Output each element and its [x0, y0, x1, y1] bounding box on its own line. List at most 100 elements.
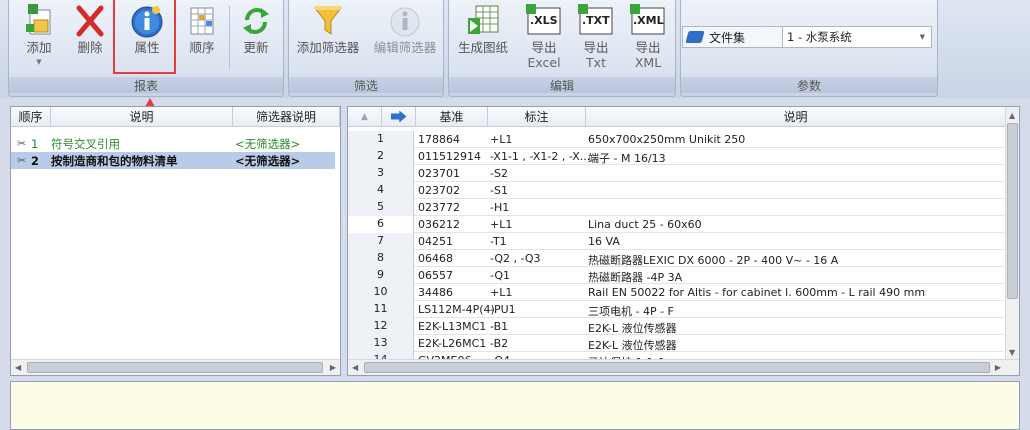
add-button[interactable]: 添加 ▼ [13, 0, 65, 78]
fileset-label-cell: 文件集 [683, 27, 783, 47]
add-filter-label: 添加筛选器 [296, 40, 360, 55]
report-row[interactable]: ✂ 1 符号交叉引用 <无筛选器> [11, 135, 335, 152]
hscroll-thumb[interactable] [27, 362, 323, 373]
add-dropdown-icon[interactable]: ▼ [13, 55, 65, 70]
export-excel-button[interactable]: .XLS 导出 Excel [521, 0, 567, 78]
row-number[interactable]: 13 [348, 335, 414, 352]
fileset-param: 文件集 1 - 水泵系统 ▼ [682, 26, 932, 48]
row-number[interactable]: 5 [348, 199, 414, 216]
row-number[interactable]: 6 [348, 216, 414, 233]
cell-tag: -S1 [490, 184, 508, 197]
cell-ref: 06557 [418, 269, 453, 282]
report-list-hscrollbar[interactable]: ◀ ▶ [11, 359, 340, 375]
hscroll-thumb[interactable] [364, 362, 990, 373]
export-excel-label-2: Excel [527, 55, 561, 70]
bom-row[interactable]: 11 LS112M-4P(4) -PU1 三项电机 - 4P - F [348, 301, 1004, 318]
fileset-icon [685, 31, 705, 43]
report-order: 2 [31, 153, 40, 168]
bom-row[interactable]: 13 E2K-L26MC1 -B2 E2K-L 液位传感器 [348, 335, 1004, 352]
cell-desc: 三项电机 - 4P - F [588, 305, 674, 318]
grid-hscrollbar[interactable]: ◀ ▶ [348, 359, 1019, 375]
export-xml-label-1: 导出 [635, 40, 661, 55]
bom-row[interactable]: 7 04251 -T1 16 VA [348, 233, 1004, 250]
generate-drawing-icon [466, 4, 500, 38]
col-header-order[interactable]: 顺序 [11, 107, 51, 127]
ribbon: 添加 ▼ 删除 属性 顺序 更新 报表 添加筛选器 编辑筛选器 筛选 生成图纸 … [0, 0, 1030, 98]
order-button-label: 顺序 [189, 40, 215, 55]
report-description: 符号交叉引用 [51, 136, 120, 151]
col-header-description[interactable]: 说明 [51, 107, 233, 127]
update-button-label: 更新 [243, 40, 269, 55]
add-button-label: 添加 [26, 40, 52, 55]
group-filter: 添加筛选器 编辑筛选器 筛选 [288, 0, 444, 97]
row-number[interactable]: 9 [348, 267, 414, 284]
col-header-filter-description[interactable]: 筛选器说明 [233, 107, 340, 127]
cell-ref: 023701 [418, 167, 460, 180]
cell-tag: -PU1 [490, 303, 516, 316]
edit-filter-button[interactable]: 编辑筛选器 [367, 0, 443, 78]
edit-filter-label: 编辑筛选器 [373, 40, 437, 55]
bom-row[interactable]: 10 34486 +L1 Rail EN 50022 for Altis - for … [348, 284, 1004, 301]
txt-file-icon: .TXT [578, 4, 614, 38]
row-pointer-header[interactable] [382, 107, 416, 127]
fileset-label: 文件集 [709, 30, 746, 45]
bom-row[interactable]: 2 011512914 -X1-1 , -X1-2 , -X... 端子 - M 16… [348, 148, 1004, 165]
row-number[interactable]: 2 [348, 148, 414, 165]
report-row-selected[interactable]: ✂ 2 按制造商和包的物料清单 <无筛选器> [11, 152, 335, 169]
bom-row[interactable]: 6 036212 +L1 Lina duct 25 - 60x60 [348, 216, 1004, 233]
row-number[interactable]: 10 [348, 284, 414, 301]
cell-desc: 端子 - M 16/13 [588, 152, 666, 165]
bom-row[interactable]: 5 023772 -H1 [348, 199, 1004, 216]
arrow-right-icon [390, 110, 407, 123]
row-number[interactable]: 12 [348, 318, 414, 335]
txt-icon-text: .TXT [582, 14, 610, 27]
grid-vscrollbar[interactable]: ▲ ▼ [1005, 107, 1019, 361]
scroll-down-icon[interactable]: ▼ [1009, 348, 1015, 357]
col-header-tag[interactable]: 标注 [488, 107, 586, 127]
bom-row[interactable]: 12 E2K-L13MC1 -B1 E2K-L 液位传感器 [348, 318, 1004, 335]
refresh-icon [239, 4, 273, 38]
export-xml-button[interactable]: .XML 导出 XML [625, 0, 671, 78]
cell-tag: +L1 [490, 286, 513, 299]
scroll-up-icon[interactable]: ▲ [1009, 111, 1015, 120]
row-number[interactable]: 1 [348, 131, 414, 148]
row-number[interactable]: 4 [348, 182, 414, 199]
cell-tag: -Q2 , -Q3 [490, 252, 541, 265]
delete-button[interactable]: 删除 [67, 0, 113, 78]
row-number[interactable]: 7 [348, 233, 414, 250]
row-number[interactable]: 14 [348, 352, 414, 359]
update-button[interactable]: 更新 [233, 0, 279, 78]
col-header-reference[interactable]: 基准 [416, 107, 488, 127]
report-list-panel: 顺序 说明 筛选器说明 ✂ 1 符号交叉引用 <无筛选器> ✂ 2 按制造商和包… [10, 106, 341, 376]
add-filter-button[interactable]: 添加筛选器 [291, 0, 365, 78]
generate-drawing-label: 生成图纸 [457, 40, 508, 55]
col-header-grid-description[interactable]: 说明 [586, 107, 1006, 127]
bom-row[interactable]: 3 023701 -S2 [348, 165, 1004, 182]
bom-row[interactable]: 14GV2ME06-Q4马达保护 1-1.6 [348, 352, 1004, 359]
cell-desc: 热磁断路器 -4P 3A [588, 271, 683, 284]
export-xml-label-2: XML [634, 55, 662, 70]
cell-tag: -B1 [490, 320, 509, 333]
cell-ref: 036212 [418, 218, 460, 231]
vscroll-thumb[interactable] [1007, 123, 1018, 299]
fileset-dropdown[interactable]: 1 - 水泵系统 ▼ [783, 27, 931, 47]
scroll-right-icon[interactable]: ▶ [330, 363, 336, 372]
tools-icon: ✂ [17, 154, 27, 167]
bom-row[interactable]: 1 178864 +L1 650x700x250mm Unikit 250 [348, 131, 1004, 148]
description-note-area[interactable] [10, 381, 1020, 430]
bom-row[interactable]: 8 06468 -Q2 , -Q3 热磁断路器LEXIC DX 6000 - 2P -… [348, 250, 1004, 267]
scroll-left-icon[interactable]: ◀ [15, 363, 21, 372]
export-txt-button[interactable]: .TXT 导出 Txt [573, 0, 619, 78]
bom-row[interactable]: 9 06557 -Q1 热磁断路器 -4P 3A [348, 267, 1004, 284]
order-button[interactable]: 顺序 [179, 0, 225, 78]
scroll-left-icon[interactable]: ◀ [352, 363, 358, 372]
sort-corner-icon[interactable]: ▲ [348, 107, 382, 127]
bom-row[interactable]: 4 023702 -S1 [348, 182, 1004, 199]
row-number[interactable]: 11 [348, 301, 414, 318]
generate-drawing-button[interactable]: 生成图纸 [451, 0, 515, 78]
row-number[interactable]: 3 [348, 165, 414, 182]
cell-desc: Lina duct 25 - 60x60 [588, 218, 702, 231]
funnel-icon [311, 4, 345, 38]
row-number[interactable]: 8 [348, 250, 414, 267]
scroll-right-icon[interactable]: ▶ [995, 363, 1001, 372]
